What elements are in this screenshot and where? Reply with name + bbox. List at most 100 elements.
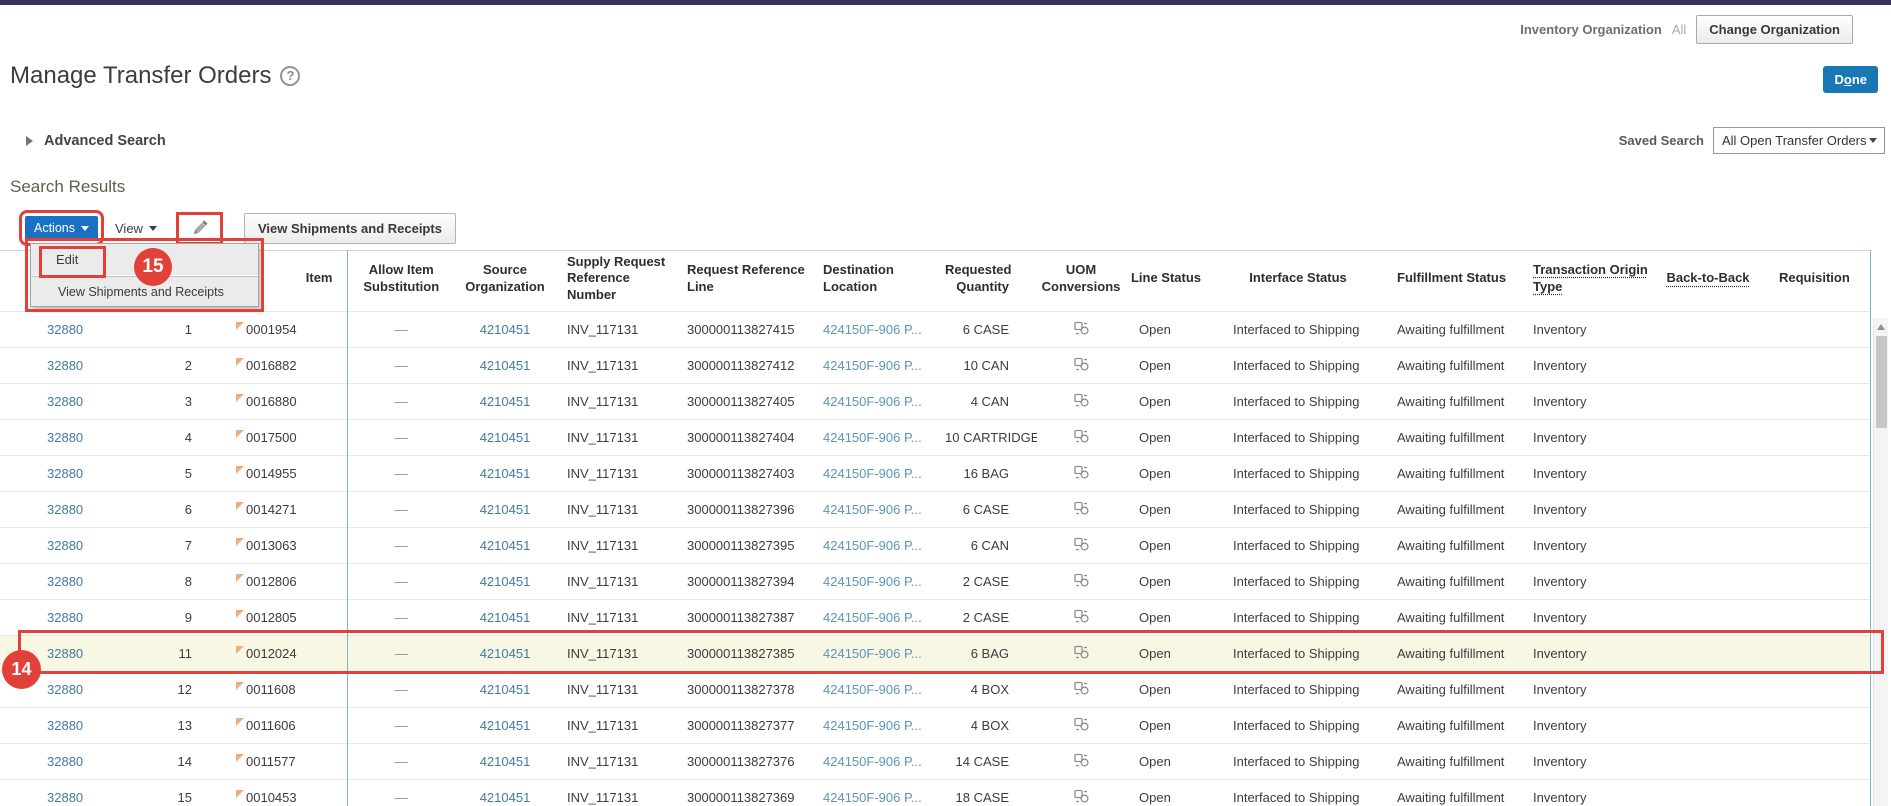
destination-location-link[interactable]: 424150F-906 P... bbox=[823, 610, 922, 625]
table-row[interactable]: 3288050014955—4210451INV_117131300000113… bbox=[0, 456, 1870, 492]
uom-conversions-icon[interactable] bbox=[1074, 755, 1089, 770]
change-organization-button[interactable]: Change Organization bbox=[1696, 15, 1853, 44]
scroll-up-arrow-icon[interactable] bbox=[1877, 324, 1885, 330]
menu-item-edit[interactable]: Edit bbox=[31, 244, 258, 276]
order-link[interactable]: 32880 bbox=[47, 322, 83, 337]
source-organization-link[interactable]: 4210451 bbox=[480, 322, 531, 337]
vertical-scrollbar[interactable] bbox=[1873, 318, 1888, 806]
order-link[interactable]: 32880 bbox=[47, 358, 83, 373]
view-menu-button[interactable]: View bbox=[115, 221, 157, 236]
table-row[interactable]: 32880110012024—4210451INV_11713130000011… bbox=[0, 636, 1870, 672]
destination-location-link[interactable]: 424150F-906 P... bbox=[823, 430, 922, 445]
destination-location-link[interactable]: 424150F-906 P... bbox=[823, 358, 922, 373]
table-row[interactable]: 3288040017500—4210451INV_117131300000113… bbox=[0, 420, 1870, 456]
done-button[interactable]: Done bbox=[1823, 66, 1878, 93]
destination-location-link[interactable]: 424150F-906 P... bbox=[823, 502, 922, 517]
table-row[interactable]: 3288060014271—4210451INV_117131300000113… bbox=[0, 492, 1870, 528]
source-organization-link[interactable]: 4210451 bbox=[480, 682, 531, 697]
view-shipments-receipts-button[interactable]: View Shipments and Receipts bbox=[244, 213, 456, 244]
table-row[interactable]: 3288030016880—4210451INV_117131300000113… bbox=[0, 384, 1870, 420]
source-organization-link[interactable]: 4210451 bbox=[480, 502, 531, 517]
uom-conversions-icon[interactable] bbox=[1074, 719, 1089, 734]
edit-row-button[interactable] bbox=[181, 217, 218, 240]
destination-location-link[interactable]: 424150F-906 P... bbox=[823, 790, 922, 805]
uom-conversions-icon[interactable] bbox=[1074, 575, 1089, 590]
order-link[interactable]: 32880 bbox=[47, 574, 83, 589]
destination-location-link[interactable]: 424150F-906 P... bbox=[823, 394, 922, 409]
column-header-transaction-origin-type[interactable]: Transaction Origin Type bbox=[1525, 251, 1649, 312]
cell-supply-request-reference-number: INV_117131 bbox=[555, 456, 675, 492]
order-link[interactable]: 32880 bbox=[47, 538, 83, 553]
column-header-interface-status[interactable]: Interface Status bbox=[1207, 251, 1389, 312]
uom-conversions-icon[interactable] bbox=[1074, 431, 1089, 446]
order-link[interactable]: 32880 bbox=[47, 394, 83, 409]
order-link[interactable]: 32880 bbox=[47, 646, 83, 661]
source-organization-link[interactable]: 4210451 bbox=[480, 790, 531, 805]
column-header-line-status[interactable]: Line Status bbox=[1125, 251, 1207, 312]
table-row[interactable]: 32880150010453—4210451INV_11713130000011… bbox=[0, 780, 1870, 806]
column-header-uom-conversions[interactable]: UOM Conversions bbox=[1037, 251, 1125, 312]
column-header-back-to-back[interactable]: Back-to-Back bbox=[1649, 251, 1767, 312]
destination-location-link[interactable]: 424150F-906 P... bbox=[823, 322, 922, 337]
table-row[interactable]: 32880140011577—4210451INV_11713130000011… bbox=[0, 744, 1870, 780]
source-organization-link[interactable]: 4210451 bbox=[480, 538, 531, 553]
advanced-search-toggle[interactable]: Advanced Search bbox=[26, 133, 166, 149]
uom-conversions-icon[interactable] bbox=[1074, 467, 1089, 482]
column-header-request-reference-line[interactable]: Request Reference Line bbox=[675, 251, 817, 312]
source-organization-link[interactable]: 4210451 bbox=[480, 754, 531, 769]
menu-item-view-shipments-receipts[interactable]: View Shipments and Receipts bbox=[31, 276, 258, 306]
column-header-allow-item-substitution[interactable]: Allow Item Substitution bbox=[347, 251, 455, 312]
table-row[interactable]: 3288020016882—4210451INV_117131300000113… bbox=[0, 348, 1870, 384]
destination-location-link[interactable]: 424150F-906 P... bbox=[823, 754, 922, 769]
uom-conversions-icon[interactable] bbox=[1074, 503, 1089, 518]
help-icon[interactable]: ? bbox=[280, 66, 300, 86]
order-link[interactable]: 32880 bbox=[47, 718, 83, 733]
order-link[interactable]: 32880 bbox=[47, 430, 83, 445]
uom-conversions-icon[interactable] bbox=[1074, 359, 1089, 374]
order-link[interactable]: 32880 bbox=[47, 466, 83, 481]
order-link[interactable]: 32880 bbox=[47, 682, 83, 697]
saved-search-select[interactable]: All Open Transfer Orders bbox=[1713, 127, 1885, 154]
order-link[interactable]: 32880 bbox=[47, 502, 83, 517]
uom-conversions-icon[interactable] bbox=[1074, 791, 1089, 806]
source-organization-link[interactable]: 4210451 bbox=[480, 646, 531, 661]
scrollbar-thumb[interactable] bbox=[1876, 336, 1887, 428]
source-organization-link[interactable]: 4210451 bbox=[480, 430, 531, 445]
source-organization-link[interactable]: 4210451 bbox=[480, 394, 531, 409]
table-row[interactable]: 3288070013063—4210451INV_117131300000113… bbox=[0, 528, 1870, 564]
table-row[interactable]: 32880120011608—4210451INV_11713130000011… bbox=[0, 672, 1870, 708]
column-header-supply-request-reference-number[interactable]: Supply Request Reference Number bbox=[555, 251, 675, 312]
column-header-source-organization[interactable]: Source Organization bbox=[455, 251, 555, 312]
table-row[interactable]: 32880130011606—4210451INV_11713130000011… bbox=[0, 708, 1870, 744]
column-header-requisition[interactable]: Requisition bbox=[1767, 251, 1870, 312]
uom-conversions-icon[interactable] bbox=[1074, 647, 1089, 662]
table-row[interactable]: 3288080012806—4210451INV_117131300000113… bbox=[0, 564, 1870, 600]
uom-conversions-icon[interactable] bbox=[1074, 323, 1089, 338]
destination-location-link[interactable]: 424150F-906 P... bbox=[823, 574, 922, 589]
actions-menu-button[interactable]: Actions bbox=[25, 216, 98, 240]
column-header-fulfillment-status[interactable]: Fulfillment Status bbox=[1389, 251, 1525, 312]
source-organization-link[interactable]: 4210451 bbox=[480, 466, 531, 481]
table-row[interactable]: 3288090012805—4210451INV_117131300000113… bbox=[0, 600, 1870, 636]
column-header-requested-quantity[interactable]: Requested Quantity bbox=[945, 251, 1037, 312]
destination-location-link[interactable]: 424150F-906 P... bbox=[823, 538, 922, 553]
uom-conversions-icon[interactable] bbox=[1074, 395, 1089, 410]
destination-location-link[interactable]: 424150F-906 P... bbox=[823, 682, 922, 697]
order-link[interactable]: 32880 bbox=[47, 754, 83, 769]
order-link[interactable]: 32880 bbox=[47, 610, 83, 625]
uom-conversions-icon[interactable] bbox=[1074, 683, 1089, 698]
cell-requisition bbox=[1767, 636, 1870, 672]
uom-conversions-icon[interactable] bbox=[1074, 539, 1089, 554]
uom-conversions-icon[interactable] bbox=[1074, 611, 1089, 626]
destination-location-link[interactable]: 424150F-906 P... bbox=[823, 646, 922, 661]
destination-location-link[interactable]: 424150F-906 P... bbox=[823, 718, 922, 733]
source-organization-link[interactable]: 4210451 bbox=[480, 358, 531, 373]
source-organization-link[interactable]: 4210451 bbox=[480, 718, 531, 733]
table-row[interactable]: 3288010001954—4210451INV_117131300000113… bbox=[0, 312, 1870, 348]
saved-search-row: Saved Search All Open Transfer Orders bbox=[1619, 127, 1885, 154]
source-organization-link[interactable]: 4210451 bbox=[480, 574, 531, 589]
destination-location-link[interactable]: 424150F-906 P... bbox=[823, 466, 922, 481]
order-link[interactable]: 32880 bbox=[47, 790, 83, 805]
source-organization-link[interactable]: 4210451 bbox=[480, 610, 531, 625]
column-header-destination-location[interactable]: Destination Location bbox=[817, 251, 945, 312]
